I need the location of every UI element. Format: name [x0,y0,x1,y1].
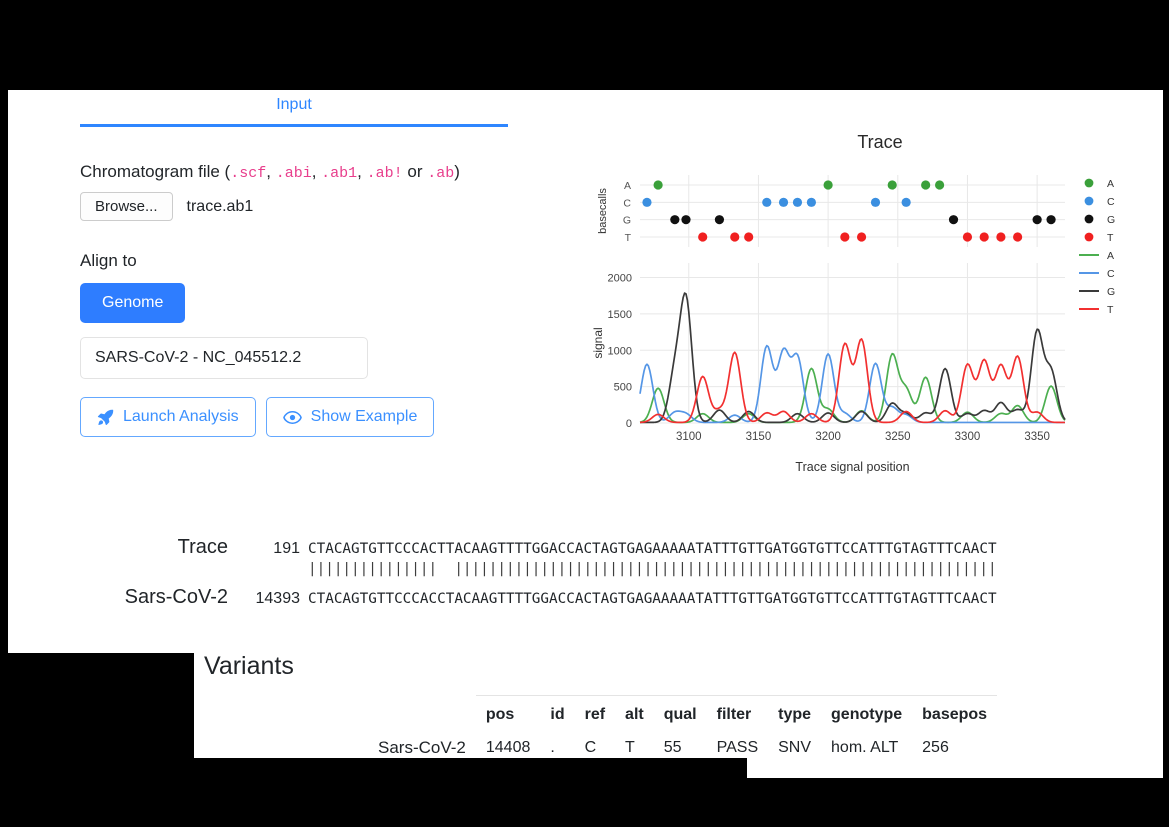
alignment-match-row: ||||||||||||||| ||||||||||||||||||||||||… [68,561,1108,586]
chart-title: Trace [857,132,903,152]
ext-scf: .scf [230,165,267,182]
input-form: Chromatogram file (.scf, .abi, .ab1, .ab… [80,162,550,437]
svg-text:3150: 3150 [746,431,772,443]
variants-col-filter: filter [706,695,769,732]
variant-type: SNV [778,739,812,756]
variants-table: pos id ref alt qual filter type genotype… [368,695,998,764]
eye-icon [282,410,302,425]
alignment-match-line: ||||||||||||||| ||||||||||||||||||||||||… [308,561,997,577]
svg-text:3350: 3350 [1024,431,1050,443]
ext-abi: .abi [275,165,312,182]
variants-col-id: id [540,695,575,732]
svg-text:3200: 3200 [815,431,841,443]
ext-abbang: .ab! [366,165,403,182]
rocket-icon [97,409,114,426]
svg-text:3100: 3100 [676,431,702,443]
ext-ab: .ab [427,165,455,182]
variants-col-alt: alt [615,695,654,732]
svg-text:G: G [1107,214,1115,226]
tab-input[interactable]: Input [80,96,508,124]
ext-sep-2: , [311,162,322,181]
svg-text:T: T [1107,232,1114,244]
alignment-row-trace-name: Trace [177,536,228,558]
action-button-row: Launch Analysis Show Example [80,397,550,437]
alignment-row-trace-seq: CTACAGTGTTCCCACTTACAAGTTTTGGACCACTAGTGAG… [308,541,997,557]
trace-chart: Trace A C G Tbasecalls 0 500 1000 1500 2000 signa… [590,132,1169,482]
tab-active-underline [80,124,508,127]
tab-bar: Input [80,96,508,127]
svg-text:C: C [623,197,631,209]
alignment-row-ref: Sars-CoV-2 14393 CTACAGTGTTCCCACCTACAAGT… [68,586,1108,611]
svg-text:basecalls: basecalls [597,188,609,234]
browse-button[interactable]: Browse... [80,192,173,221]
genome-button[interactable]: Genome [80,283,186,323]
variants-col-pos: pos [475,695,541,732]
alignment-block: Trace 191 CTACAGTGTTCCCACTTACAAGTTTTGGAC… [68,536,1108,611]
svg-text:A: A [1107,178,1114,190]
svg-text:2000: 2000 [608,273,632,285]
alignment-row-trace: Trace 191 CTACAGTGTTCCCACTTACAAGTTTTGGAC… [68,536,1108,561]
svg-text:500: 500 [614,382,632,394]
svg-text:C: C [1107,196,1115,208]
svg-text:3300: 3300 [955,431,981,443]
variants-col-basepos: basepos [912,695,998,732]
chromatogram-label-suffix: ) [454,162,460,181]
variants-col-ref: ref [574,695,616,732]
screenshot-root: Input Chromatogram file (.scf, .abi, .ab… [0,0,1169,827]
chromatogram-label-prefix: Chromatogram file ( [80,162,231,181]
selected-file-name: trace.ab1 [186,197,254,215]
alignment-row-ref-seq: CTACAGTGTTCCCACCTACAAGTTTTGGACCACTAGTGAG… [308,591,997,607]
svg-text:signal: signal [591,327,605,358]
launch-analysis-label: Launch Analysis [123,408,239,425]
variants-header-row: pos id ref alt qual filter type genotype… [368,695,998,733]
file-input-row: Browse... trace.ab1 [80,192,550,221]
genome-select-wrapper: SARS-CoV-2 - NC_045512.2 [80,337,368,379]
trace-chart-svg[interactable]: ACGTbasecalls0500100015002000signal3100 3… [590,167,1169,487]
ext-sep-1: , [266,162,276,181]
variants-col-qual: qual [653,695,707,732]
alignment-row-ref-name: Sars-CoV-2 [124,586,228,608]
svg-text:Trace signal position: Trace signal position [795,460,909,474]
svg-text:C: C [1107,268,1115,280]
svg-text:3250: 3250 [885,431,911,443]
launch-analysis-button[interactable]: Launch Analysis [80,397,256,437]
variants-col-genotype: genotype [821,695,913,732]
svg-text:A: A [624,180,631,192]
svg-text:G: G [1107,286,1115,298]
svg-text:T: T [1107,304,1114,316]
show-example-label: Show Example [310,408,418,425]
variants-col-rowname [368,696,476,733]
variant-basepos: 256 [922,739,949,756]
variants-section: Variants pos id ref alt qual filter type… [204,652,1104,764]
svg-text:A: A [1107,250,1114,262]
variants-table-head: pos id ref alt qual filter type genotype… [368,695,998,733]
chromatogram-file-label: Chromatogram file (.scf, .abi, .ab1, .ab… [80,162,550,182]
svg-text:1000: 1000 [608,345,632,357]
alignment-row-ref-pos: 14393 [255,590,301,607]
ext-ab1: .ab1 [321,165,358,182]
svg-text:G: G [623,215,631,227]
ext-sep-4: or [402,162,428,181]
ext-sep-3: , [357,162,367,181]
variant-genotype: hom. ALT [831,739,899,756]
show-example-button[interactable]: Show Example [265,397,435,437]
occlusion-mask-bottom [0,758,747,780]
variants-title: Variants [204,652,294,680]
align-to-label: Align to [80,251,137,270]
svg-text:1500: 1500 [608,309,632,321]
alignment-row-trace-pos: 191 [273,540,300,557]
genome-select[interactable]: SARS-CoV-2 - NC_045512.2 [80,337,368,379]
svg-text:T: T [625,232,632,244]
svg-text:0: 0 [626,418,632,430]
variants-col-type: type [768,695,822,732]
